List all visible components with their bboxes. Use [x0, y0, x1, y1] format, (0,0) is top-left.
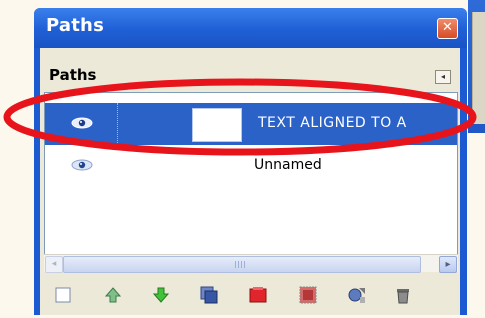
visibility-toggle[interactable] — [45, 103, 118, 145]
scroll-left-button[interactable]: ◂ — [45, 256, 63, 273]
visibility-toggle[interactable] — [45, 145, 117, 187]
window-title: Paths — [46, 15, 104, 36]
eye-icon — [71, 159, 93, 171]
delete-path-button[interactable] — [392, 284, 414, 306]
scroll-left-icon: ◂ — [51, 259, 57, 269]
path-to-selection-button[interactable] — [247, 284, 269, 306]
tab-header: Paths ◂ — [40, 48, 460, 92]
close-button[interactable]: ✕ — [437, 18, 458, 39]
paths-dialog: Paths ✕ Paths ◂ TEXT ALIGNED TO A Unname… — [34, 8, 467, 315]
paths-list: TEXT ALIGNED TO A Unnamed — [44, 92, 458, 272]
tab-menu-icon: ◂ — [440, 72, 445, 81]
paths-toolbar — [40, 276, 460, 312]
raise-arrow-icon — [104, 287, 122, 303]
lower-arrow-icon — [152, 287, 170, 303]
path-row-selected[interactable]: TEXT ALIGNED TO A — [45, 103, 457, 145]
path-name: TEXT ALIGNED TO A — [258, 115, 407, 131]
new-path-icon — [55, 287, 71, 303]
eye-icon — [71, 117, 93, 129]
duplicate-path-button[interactable] — [198, 284, 220, 306]
trash-icon — [397, 289, 409, 304]
selection-to-path-button[interactable] — [297, 284, 319, 306]
screenshot-stage: Paths ✕ Paths ◂ TEXT ALIGNED TO A Unname… — [0, 0, 485, 318]
path-thumbnail — [192, 108, 242, 142]
paint-along-path-button[interactable] — [346, 284, 368, 306]
duplicate-path-icon — [200, 286, 218, 304]
close-icon: ✕ — [442, 20, 453, 35]
new-path-button[interactable] — [52, 284, 74, 306]
raise-path-button[interactable] — [102, 284, 124, 306]
scroll-right-button[interactable]: ▸ — [439, 256, 457, 273]
background-window-client — [472, 12, 485, 124]
tab-label: Paths — [49, 66, 97, 84]
scroll-right-icon: ▸ — [445, 259, 451, 270]
lower-path-button[interactable] — [150, 284, 172, 306]
title-bar[interactable]: Paths ✕ — [34, 8, 467, 48]
tab-menu-button[interactable]: ◂ — [435, 70, 451, 84]
path-row[interactable]: Unnamed — [45, 145, 457, 187]
scrollbar-thumb[interactable] — [63, 256, 421, 273]
selection-to-path-icon — [299, 286, 317, 304]
dialog-client-area: Paths ◂ TEXT ALIGNED TO A Unnamed ◂ ▸ — [40, 48, 460, 315]
horizontal-scrollbar[interactable]: ◂ ▸ — [44, 254, 458, 273]
paint-along-path-icon — [348, 288, 365, 303]
scrollbar-grip — [235, 261, 247, 268]
path-name: Unnamed — [254, 157, 322, 173]
background-window — [468, 0, 485, 133]
path-to-selection-icon — [249, 287, 267, 303]
